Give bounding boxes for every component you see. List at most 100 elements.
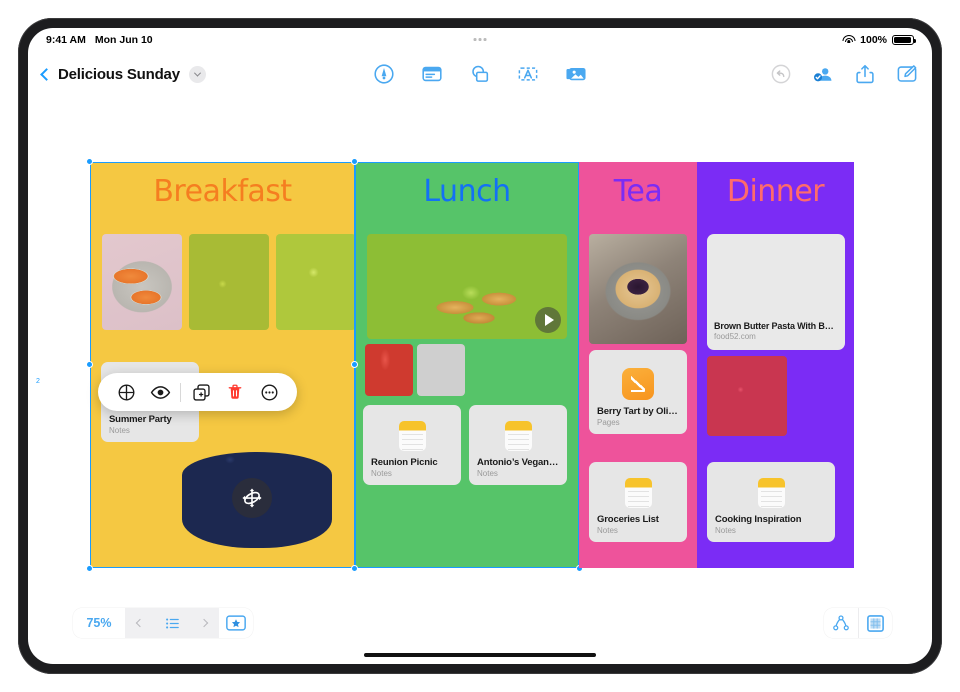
note-card-meta: Summer Party Notes xyxy=(101,414,199,442)
note-title: Cooking Inspiration xyxy=(715,514,802,525)
more-button[interactable] xyxy=(252,373,286,411)
style-button[interactable] xyxy=(109,373,143,411)
draw-tool[interactable] xyxy=(373,63,395,85)
status-bar-left: 9:41 AM Mon Jun 10 xyxy=(46,34,153,46)
pages-app-icon xyxy=(622,368,654,400)
photo-berry-galette[interactable] xyxy=(589,234,687,344)
video-tacos-plate[interactable] xyxy=(367,234,567,339)
note-title: Antonio’s Vegan Tacos xyxy=(477,457,559,468)
favorites-button[interactable] xyxy=(219,608,253,638)
zoom-level-button[interactable]: 75% xyxy=(73,608,125,638)
chevron-down-icon[interactable] xyxy=(188,65,206,83)
column-title-breakfast[interactable]: Breakfast xyxy=(90,162,355,209)
photo-stack-lemons[interactable] xyxy=(417,344,465,396)
selection-handle[interactable] xyxy=(86,565,93,572)
next-page-button[interactable] xyxy=(189,608,219,638)
duplicate-button[interactable] xyxy=(184,373,218,411)
status-time: 9:41 AM xyxy=(46,34,86,46)
photo-figs-plate[interactable] xyxy=(189,234,269,330)
home-indicator[interactable] xyxy=(364,652,596,657)
compose-button[interactable] xyxy=(896,63,918,85)
battery-percent-label: 100% xyxy=(860,34,887,46)
column-tea[interactable]: Tea Berry Tart by Olivia Pages Groceries… xyxy=(579,162,697,568)
link-thumbnail xyxy=(707,234,845,316)
column-breakfast[interactable]: Breakfast Summer Party Notes xyxy=(86,158,356,572)
note-card-meta: Antonio’s Vegan Tacos Notes xyxy=(469,457,567,485)
notes-app-icon xyxy=(624,478,652,508)
nav-bar-tools xyxy=(373,63,587,85)
media-tool[interactable] xyxy=(565,63,587,85)
selection-handle[interactable] xyxy=(351,158,358,165)
note-card-antonios-vegan-tacos[interactable]: Antonio’s Vegan Tacos Notes xyxy=(469,405,567,485)
organize-button[interactable] xyxy=(824,608,858,638)
selection-handle[interactable] xyxy=(86,361,93,368)
note-title: Groceries List xyxy=(597,514,659,525)
photo-melon-slices[interactable] xyxy=(102,234,182,330)
note-title: Summer Party xyxy=(109,414,172,425)
battery-icon xyxy=(892,34,917,46)
selection-handle[interactable] xyxy=(351,361,358,368)
ipad-screen: 9:41 AM Mon Jun 10 100% Delicious Sunday xyxy=(28,28,932,664)
play-icon[interactable] xyxy=(535,307,561,333)
context-menu[interactable] xyxy=(98,373,297,411)
selection-handle[interactable] xyxy=(351,565,358,572)
nav-bar-left: Delicious Sunday xyxy=(40,65,206,83)
selection-handle[interactable] xyxy=(86,158,93,165)
camera-dots-indicator xyxy=(473,38,487,41)
undo-button[interactable] xyxy=(770,63,792,85)
link-source: food52.com xyxy=(714,332,756,341)
note-subtitle: Notes xyxy=(715,526,736,535)
note-tool[interactable] xyxy=(421,63,443,85)
previous-page-button[interactable] xyxy=(125,608,155,638)
notes-app-icon xyxy=(504,421,532,451)
navigation-bar: Delicious Sunday xyxy=(28,52,932,96)
note-subtitle: Notes xyxy=(477,469,498,478)
shape-tool[interactable] xyxy=(469,63,491,85)
note-subtitle: Notes xyxy=(109,426,130,435)
note-card-groceries-list[interactable]: Groceries List Notes xyxy=(589,462,687,542)
column-title-dinner[interactable]: Dinner xyxy=(697,162,854,209)
note-card-meta: Reunion Picnic Notes xyxy=(363,457,461,485)
view-mode-group xyxy=(824,608,892,638)
note-card-cooking-inspiration[interactable]: Cooking Inspiration Notes xyxy=(707,462,835,542)
column-lunch[interactable]: Lunch Reunion Picnic Notes Antonio’s Veg… xyxy=(351,158,583,572)
zoom-and-page-group: 75% xyxy=(73,608,253,638)
nav-bar-actions xyxy=(770,63,918,85)
page-list-button[interactable] xyxy=(155,608,189,638)
bottom-toolbar: 75% xyxy=(28,602,932,664)
status-date: Mon Jun 10 xyxy=(94,34,153,46)
column-title-lunch[interactable]: Lunch xyxy=(355,162,579,209)
note-title: Berry Tart by Olivia xyxy=(597,406,679,417)
delete-button[interactable] xyxy=(218,373,252,411)
note-subtitle: Pages xyxy=(597,418,620,427)
collaborate-button[interactable] xyxy=(812,63,834,85)
note-subtitle: Notes xyxy=(597,526,618,535)
move-3d-handle-icon[interactable] xyxy=(232,478,272,518)
column-title-tea[interactable]: Tea xyxy=(579,162,697,209)
link-card-brown-butter-pasta[interactable]: Brown Butter Pasta With But… food52.com xyxy=(707,234,845,350)
note-card-reunion-picnic[interactable]: Reunion Picnic Notes xyxy=(363,405,461,485)
notes-app-icon xyxy=(398,421,426,451)
page-title[interactable]: Delicious Sunday xyxy=(58,66,180,83)
chevron-left-icon[interactable] xyxy=(40,67,53,81)
note-card-meta: Groceries List Notes xyxy=(589,514,687,542)
note-card-meta: Cooking Inspiration Notes xyxy=(707,514,835,542)
board-columns: Breakfast Summer Party Notes Lunch Reuni… xyxy=(86,158,854,572)
menu-divider xyxy=(180,382,181,402)
link-title: Brown Butter Pasta With But… xyxy=(714,321,838,331)
link-card-meta: Brown Butter Pasta With But… food52.com xyxy=(707,316,845,348)
preview-button[interactable] xyxy=(143,373,177,411)
grid-view-button[interactable] xyxy=(858,608,892,638)
text-tool[interactable] xyxy=(517,63,539,85)
photo-garden-salad[interactable] xyxy=(707,356,787,436)
wifi-icon xyxy=(842,35,856,45)
canvas-board[interactable]: 2 Breakfast Summer Party Notes Lunch Reu… xyxy=(28,96,932,602)
ipad-device-frame: 9:41 AM Mon Jun 10 100% Delicious Sunday xyxy=(18,18,942,674)
photo-grapes-beach[interactable] xyxy=(276,234,356,330)
note-title: Reunion Picnic xyxy=(371,457,438,468)
note-subtitle: Notes xyxy=(371,469,392,478)
column-dinner[interactable]: Dinner Brown Butter Pasta With But… food… xyxy=(697,162,854,568)
photo-stack-drinks[interactable] xyxy=(365,344,413,396)
share-button[interactable] xyxy=(854,63,876,85)
pages-card-berry-tart[interactable]: Berry Tart by Olivia Pages xyxy=(589,350,687,434)
